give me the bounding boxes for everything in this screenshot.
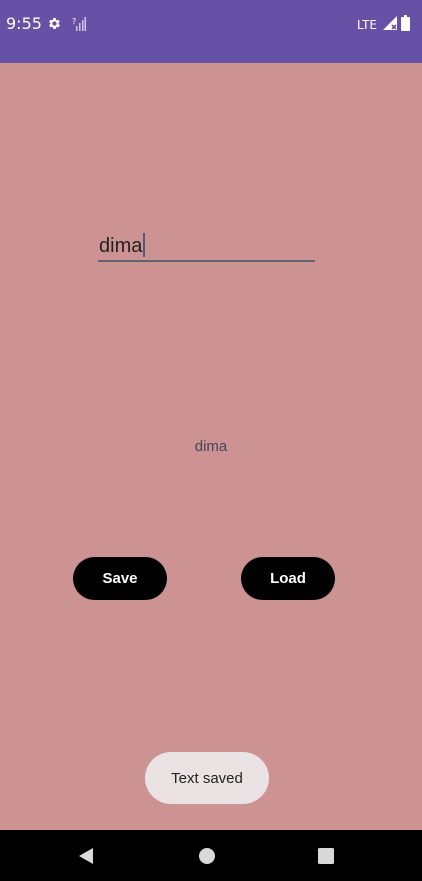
battery-icon — [401, 15, 410, 34]
recents-icon[interactable] — [314, 844, 338, 868]
signal-icon — [383, 16, 397, 33]
status-system-icons: LTE — [357, 15, 410, 34]
toast-message: Text saved — [145, 752, 269, 804]
load-button-label: Load — [270, 570, 306, 587]
text-cursor — [143, 233, 146, 257]
back-icon[interactable] — [74, 844, 98, 868]
svg-text:?: ? — [72, 17, 76, 26]
toast-text: Text saved — [171, 769, 243, 787]
save-button-label: Save — [102, 570, 138, 587]
load-button[interactable]: Load — [241, 557, 335, 600]
app-screen: 9:55 ? LTE dima dima Save Load Text save… — [0, 0, 422, 881]
status-notification-icons: ? — [47, 16, 86, 36]
save-button[interactable]: Save — [73, 557, 167, 600]
input-underline — [98, 260, 315, 262]
input-value: dima — [99, 233, 146, 258]
home-icon[interactable] — [195, 844, 219, 868]
settings-icon — [47, 16, 62, 36]
status-time: 9:55 — [6, 14, 42, 33]
status-bar: 9:55 ? LTE — [0, 0, 422, 63]
text-input[interactable]: dima — [98, 228, 315, 262]
no-signal-icon: ? — [72, 16, 86, 36]
network-type-label: LTE — [357, 17, 377, 32]
loaded-text: dima — [194, 438, 228, 455]
navigation-bar — [0, 830, 422, 881]
